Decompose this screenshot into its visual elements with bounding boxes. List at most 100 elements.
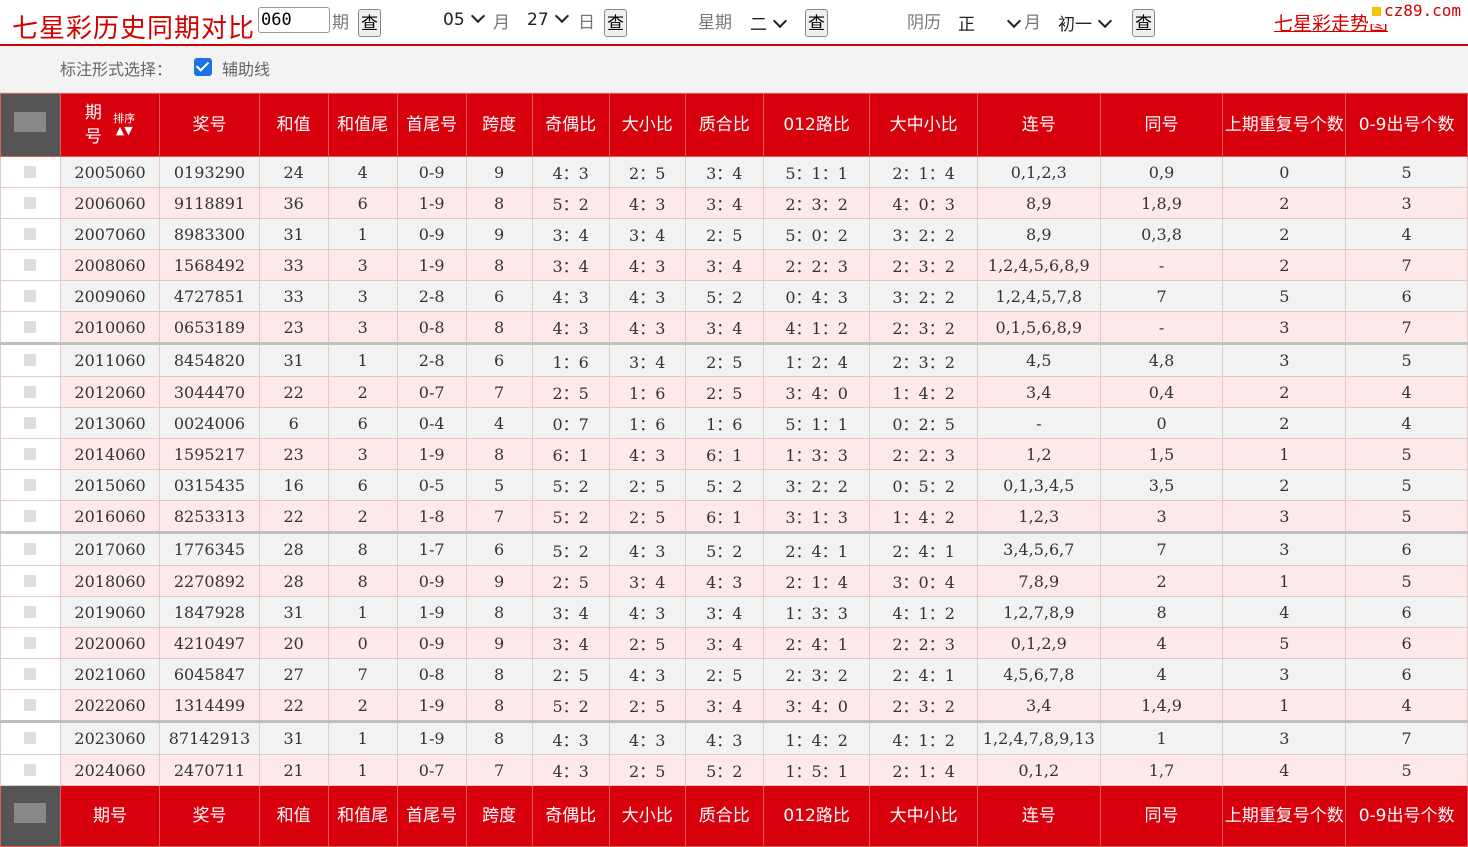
table-cell: 2022060 — [59, 689, 161, 722]
table-cell: 5 — [1222, 627, 1347, 659]
table-cell: 0-7 — [396, 376, 467, 408]
table-cell: 5 — [1345, 565, 1468, 597]
table-cell: 33 — [258, 280, 329, 312]
table-cell: 4：3 — [608, 658, 686, 690]
table-cell: 3,5 — [1099, 469, 1224, 501]
row-placeholder — [0, 565, 61, 597]
table-cell: 3 — [327, 311, 398, 344]
day-select[interactable]: 27 — [527, 8, 569, 30]
table-cell: 1：4：2 — [869, 500, 978, 533]
header-period-top: 期 — [84, 103, 102, 123]
lunar-day-select[interactable]: 初一 — [1058, 10, 1113, 35]
table-cell: 4：3 — [531, 280, 610, 312]
table-cell: 2：2：3 — [869, 438, 978, 470]
table-cell: 2：5 — [684, 658, 764, 690]
lunar-month-select[interactable]: 正 — [958, 10, 1022, 35]
table-cell: 2470711 — [159, 754, 260, 786]
table-cell: 2012060 — [59, 376, 161, 408]
table-cell: 3：4 — [608, 218, 686, 250]
table-cell: 8253313 — [159, 500, 260, 533]
header-col: 奖号 — [159, 93, 260, 157]
guideline-checkbox-label[interactable]: 辅助线 — [222, 56, 270, 80]
table-cell: 4：3 — [608, 249, 686, 281]
table-cell: 3 — [1222, 311, 1347, 344]
footer-col: 012路比 — [762, 785, 871, 847]
table-cell: - — [1099, 311, 1224, 344]
table-cell: 2：5 — [684, 342, 764, 377]
table-cell: 3：4 — [531, 627, 610, 659]
month-select-value: 05 — [443, 10, 465, 30]
table-cell: 1,2 — [976, 438, 1101, 470]
table-cell: 3：4：0 — [762, 689, 871, 722]
table-cell: 2：5 — [531, 565, 610, 597]
table-row: 2007060 8983300 31 1 0-9 9 3：4 3：4 2：5 5：0：2 3：2：2… — [0, 218, 1468, 250]
lunar-query-button[interactable]: 查 — [1132, 9, 1155, 37]
table-cell: 4：3 — [608, 187, 686, 219]
table-cell: 4：3 — [608, 596, 686, 628]
table-cell: 2：5 — [684, 376, 764, 408]
table-cell: 5 — [1222, 280, 1347, 312]
row-placeholder — [0, 658, 61, 690]
table-row: 2014060 1595217 23 3 1-9 8 6：1 4：3 6：1 1：3：3 2：2：3… — [0, 438, 1468, 470]
table-cell: 8,9 — [976, 218, 1101, 250]
header-corner — [0, 93, 61, 157]
row-placeholder — [0, 187, 61, 219]
table-cell: 1-9 — [396, 720, 467, 755]
table-cell: 1-9 — [396, 249, 467, 281]
month-label: 月 — [493, 13, 510, 33]
header-period-sort[interactable]: 期 号 排序 ▲▼ — [59, 93, 161, 157]
table-cell: 1 — [1099, 720, 1224, 755]
table-cell: 4：1：2 — [869, 596, 978, 628]
table-row: 2020060 4210497 20 0 0-9 9 3：4 2：5 3：4 2：4：1 2：2：3… — [0, 627, 1468, 659]
week-select[interactable]: 二 — [750, 10, 788, 35]
table-cell: 3 — [1222, 720, 1347, 755]
blurred-icon — [24, 605, 37, 618]
table-cell: 3：4 — [684, 249, 764, 281]
guideline-checkbox[interactable] — [194, 58, 212, 76]
table-cell: 2-8 — [396, 280, 467, 312]
table-cell: 6：1 — [684, 438, 764, 470]
table-cell: 8 — [327, 531, 398, 566]
table-cell: 1：5：1 — [762, 754, 871, 786]
table-cell: 6 — [465, 342, 533, 377]
table-cell: 22 — [258, 500, 329, 533]
table-cell: 3：4 — [684, 627, 764, 659]
table-cell: 4 — [1345, 689, 1468, 722]
table-cell: 3：4 — [531, 218, 610, 250]
table-cell: 23 — [258, 311, 329, 344]
table-cell: 6 — [327, 187, 398, 219]
table-cell: 7 — [465, 754, 533, 786]
blurred-icon — [24, 416, 37, 429]
blurred-icon — [24, 196, 37, 209]
table-cell: 5：2 — [531, 531, 610, 566]
table-cell: 0315435 — [159, 469, 260, 501]
table-cell: 8 — [465, 720, 533, 755]
week-query-button[interactable]: 查 — [805, 9, 828, 37]
table-cell: 22 — [258, 689, 329, 722]
blurred-icon — [24, 478, 37, 491]
table-cell: 2 — [1222, 469, 1347, 501]
table-cell: 1,2,7,8,9 — [976, 596, 1101, 628]
table-row: 2022060 1314499 22 2 1-9 8 5：2 2：5 3：4 3：4：0 2：3：2… — [0, 689, 1468, 722]
table-cell: 1：4：2 — [869, 376, 978, 408]
month-select[interactable]: 05 — [443, 8, 485, 30]
table-cell: 3：4 — [684, 187, 764, 219]
header-col: 质合比 — [684, 93, 764, 157]
sort-arrows-icon: ▲▼ — [115, 124, 133, 137]
table-cell: 1-9 — [396, 596, 467, 628]
table-row: 2005060 0193290 24 4 0-9 9 4：3 2：5 3：4 5：1：1 2：1：4… — [0, 156, 1468, 188]
blurred-icon — [24, 543, 37, 555]
date-query-button[interactable]: 查 — [604, 9, 627, 37]
period-query-button[interactable]: 查 — [358, 9, 381, 37]
table-cell: 7 — [1099, 531, 1224, 566]
table-cell: 2017060 — [59, 531, 161, 566]
table-cell: 2：4：1 — [869, 658, 978, 690]
table-cell: 8,9 — [976, 187, 1101, 219]
table-cell: 0024006 — [159, 407, 260, 439]
row-placeholder — [0, 689, 61, 722]
table-cell: 2：5 — [684, 218, 764, 250]
table-cell: 1-9 — [396, 187, 467, 219]
blurred-icon — [24, 320, 37, 333]
table-cell: 8454820 — [159, 342, 260, 377]
period-input[interactable]: 060 — [258, 7, 330, 33]
